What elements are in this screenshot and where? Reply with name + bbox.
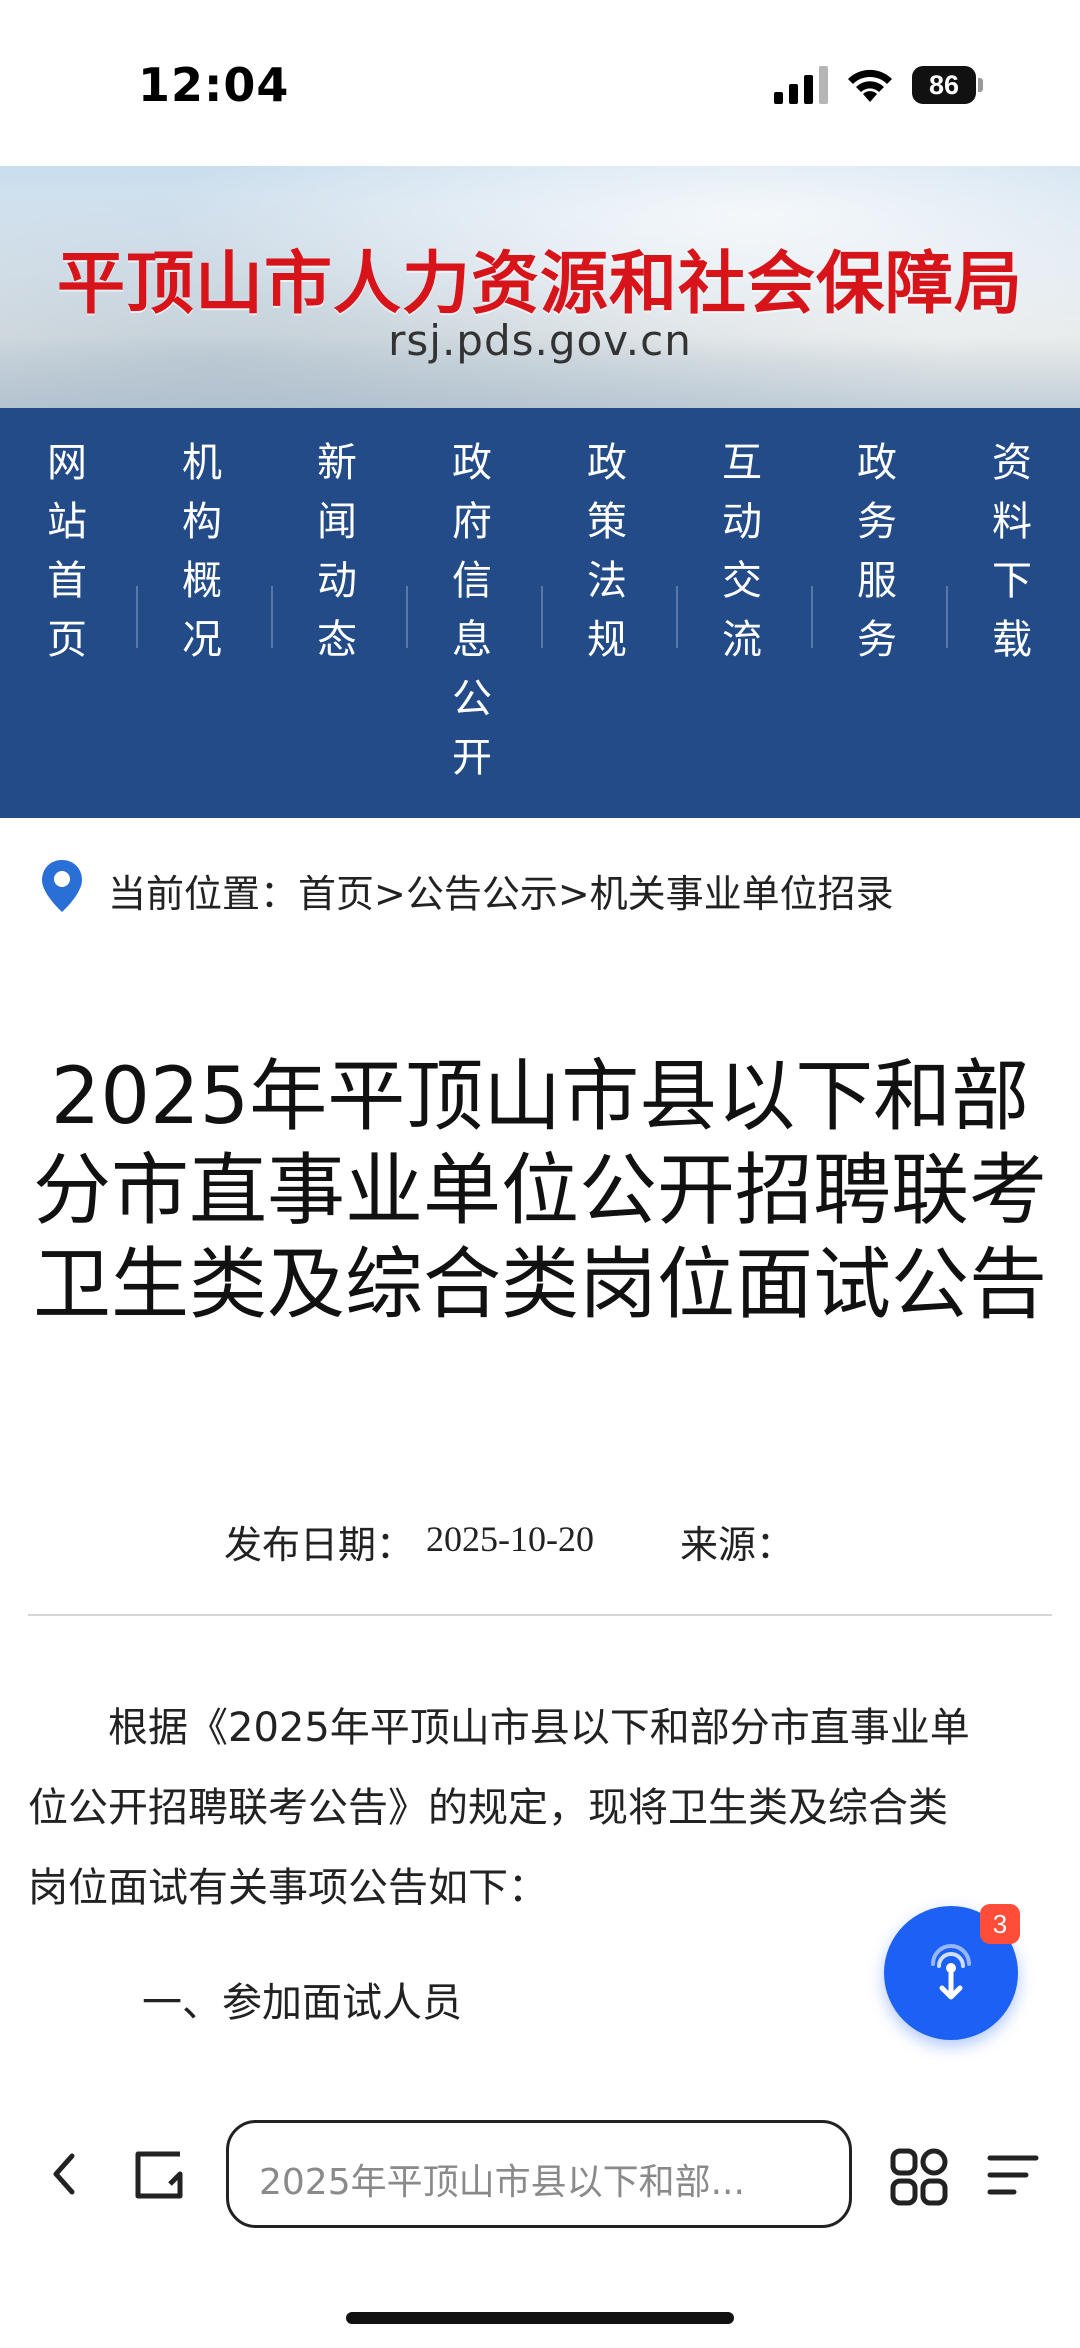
address-bar[interactable]: 2025年平顶山市县以下和部... <box>226 2120 852 2228</box>
nav-item-organization[interactable]: 机构概况 <box>157 434 247 670</box>
battery-level: 86 <box>928 70 960 100</box>
paragraph-line: 岗位面试有关事项公告如下： <box>28 1865 548 1911</box>
wifi-icon <box>848 69 892 102</box>
nav-item-label: 政策法规 <box>587 440 627 663</box>
browser-page: 12:04 86 平顶山市人力资源和社会保障局 rsj.pds.gov.cn 网… <box>0 0 1080 2348</box>
site-title: 平顶山市人力资源和社会保障局 <box>56 245 1023 324</box>
back-icon[interactable] <box>46 2144 82 2204</box>
status-time: 12:04 <box>138 58 290 112</box>
browser-toolbar: 2025年平顶山市县以下和部... <box>0 2100 1080 2348</box>
article-paragraph: 根据《2025年平顶山市县以下和部分市直事业单 位公开招聘联考公告》的规定，现将… <box>28 1688 1058 1928</box>
battery-icon: 86 <box>912 66 984 104</box>
main-nav: 网站首页 机构概况 新闻动态 政府信息公开 政策法规 互动交流 政务服务 资料下… <box>0 408 1080 818</box>
nav-item-label: 机构概况 <box>182 440 222 663</box>
publish-date-label: 发布日期： <box>224 1523 415 1567</box>
ai-assistant-icon <box>931 1944 971 2000</box>
nav-item-home[interactable]: 网站首页 <box>22 434 112 670</box>
nav-item-interaction[interactable]: 互动交流 <box>697 434 787 670</box>
paragraph-line: 位公开招聘联考公告》的规定，现将卫生类及综合类 <box>28 1785 948 1831</box>
grid-icon[interactable] <box>890 2148 948 2206</box>
nav-item-label: 互动交流 <box>722 440 762 663</box>
nav-item-label: 网站首页 <box>47 440 87 663</box>
nav-item-label: 资料下载 <box>992 440 1032 663</box>
source-label: 来源： <box>680 1523 795 1567</box>
nav-item-downloads[interactable]: 资料下载 <box>967 434 1057 670</box>
article-meta: 发布日期： 2025-10-20 来源： <box>0 1510 1080 1570</box>
divider <box>28 1614 1052 1616</box>
home-indicator[interactable] <box>346 2312 734 2324</box>
article-title: 2025年平顶山市县以下和部分市直事业单位公开招聘联考卫生类及综合类岗位面试公告 <box>32 1052 1047 1330</box>
site-url: rsj.pds.gov.cn <box>388 316 692 365</box>
signal-icon <box>774 66 828 104</box>
breadcrumb-path[interactable]: 当前位置：首页>公告公示>机关事业单位招录 <box>108 863 894 918</box>
site-banner[interactable]: 平顶山市人力资源和社会保障局 rsj.pds.gov.cn <box>0 166 1080 408</box>
breadcrumb: 当前位置：首页>公告公示>机关事业单位招录 <box>0 818 1080 948</box>
menu-icon[interactable] <box>986 2150 1040 2200</box>
publish-date: 2025-10-20 <box>426 1519 594 1559</box>
notification-badge: 3 <box>980 1904 1020 1944</box>
address-bar-text: 2025年平顶山市县以下和部... <box>259 2162 745 2203</box>
nav-item-services[interactable]: 政务服务 <box>832 434 922 670</box>
nav-item-label: 政府信息公开 <box>452 440 492 781</box>
nav-item-policy[interactable]: 政策法规 <box>562 434 652 670</box>
nav-item-news[interactable]: 新闻动态 <box>292 434 382 670</box>
section-heading: 一、参加面试人员 <box>142 1980 462 2026</box>
nav-item-gov-info[interactable]: 政府信息公开 <box>427 434 517 788</box>
status-bar: 12:04 86 <box>0 0 1080 166</box>
tabs-icon[interactable] <box>130 2144 192 2204</box>
nav-item-label: 新闻动态 <box>317 440 357 663</box>
nav-item-label: 政务服务 <box>857 440 897 663</box>
location-pin-icon <box>42 860 82 912</box>
paragraph-line: 根据《2025年平顶山市县以下和部分市直事业单 <box>28 1705 970 1751</box>
